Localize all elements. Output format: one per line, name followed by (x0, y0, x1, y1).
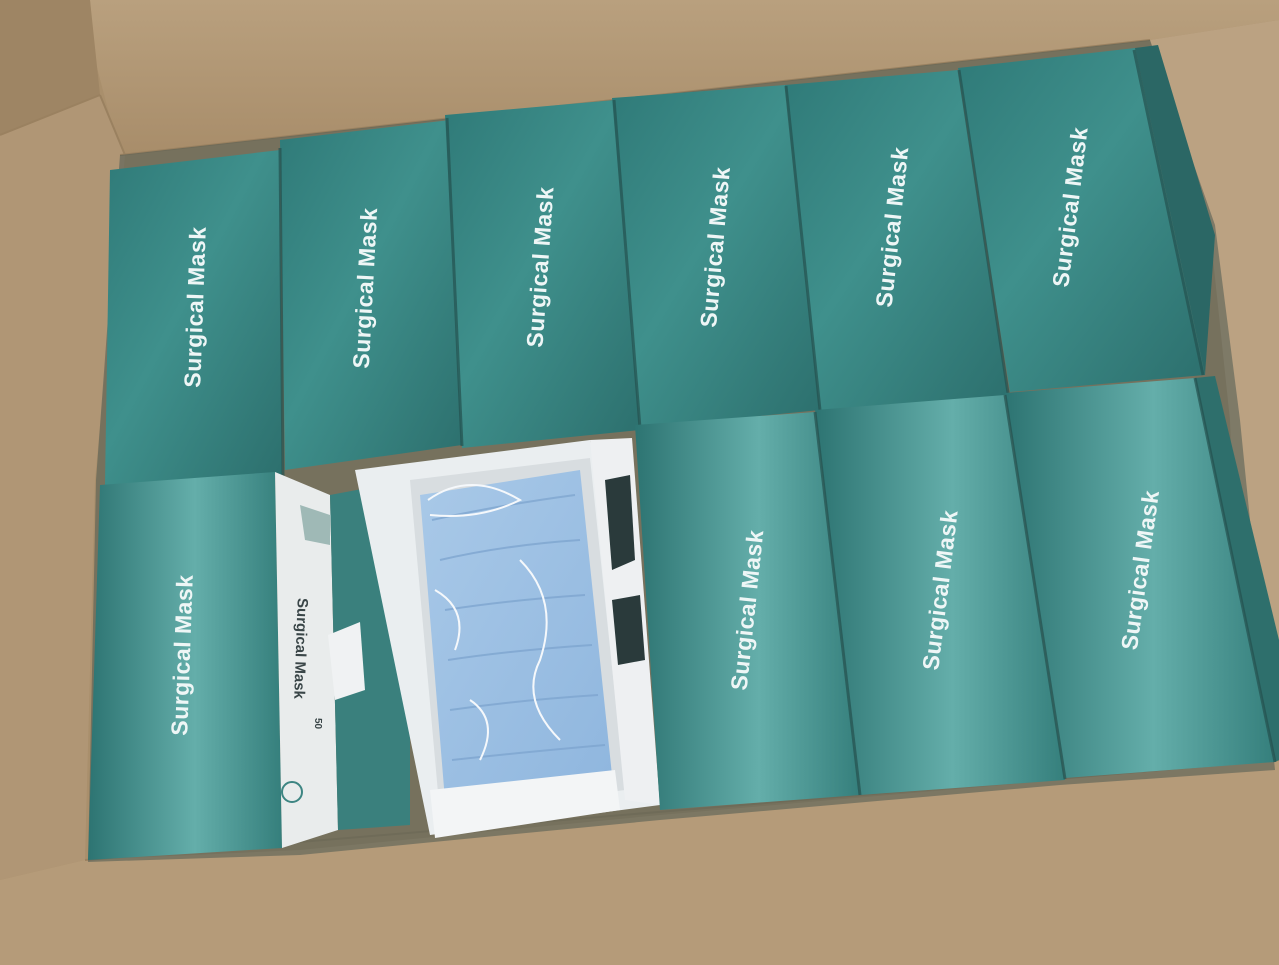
masks-stack (420, 470, 612, 800)
open-box-side-label: Surgical Mask (290, 597, 311, 700)
open-box-count-label: 50 (311, 717, 324, 730)
photo-scene: Surgical Mask Surgical Mask Surgical Mas… (0, 0, 1279, 965)
